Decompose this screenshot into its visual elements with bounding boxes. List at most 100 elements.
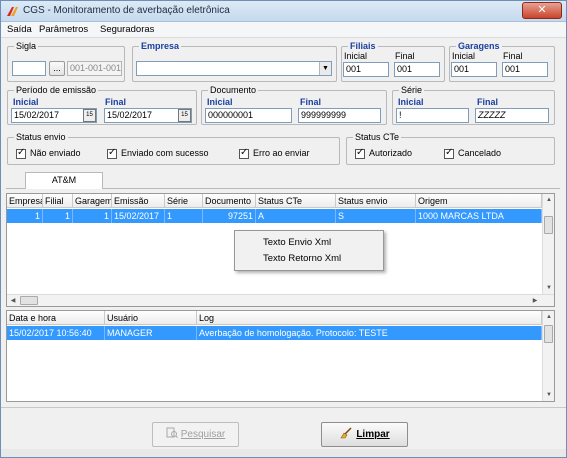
garagens-final-input[interactable]: 001 (502, 62, 548, 77)
main-grid-vscroll[interactable]: ▲ ▼ (542, 194, 554, 294)
context-menu: Texto Envio Xml Texto Retorno Xml (234, 230, 384, 271)
nao-enviado-label: Não enviado (30, 148, 81, 158)
menu-item-texto-envio-xml[interactable]: Texto Envio Xml (263, 237, 331, 248)
scroll-down-icon[interactable]: ▼ (543, 282, 554, 294)
calendar-icon[interactable]: 15 (178, 109, 191, 122)
empresa-legend: Empresa (139, 40, 182, 52)
menu-bar: Saída Parâmetros Seguradoras (1, 22, 566, 38)
garagens-inicial-input[interactable]: 001 (451, 62, 497, 77)
status-envio-legend: Status envio (14, 131, 68, 143)
col-header-status-cte[interactable]: Status CTe (256, 194, 336, 208)
col-header-documento[interactable]: Documento (203, 194, 256, 208)
sigla-input[interactable] (12, 61, 46, 76)
autorizado-label: Autorizado (369, 148, 413, 158)
garagens-inicial-label: Inicial (452, 51, 476, 61)
periodo-legend: Período de emissão (14, 84, 99, 96)
scroll-down-icon[interactable]: ▼ (543, 389, 554, 401)
filiais-inicial-input[interactable]: 001 (343, 62, 389, 77)
col-header-origem[interactable]: Origem (416, 194, 542, 208)
main-grid-header: Empresa Filial Garagem Emissão Série Doc… (7, 194, 542, 208)
cell-status-cte: A (256, 209, 336, 223)
documento-final-label: Final (300, 97, 322, 107)
main-grid-hscroll[interactable]: ◀ ▶ (7, 294, 554, 306)
filiais-final-label: Final (395, 51, 415, 61)
log-row[interactable]: 15/02/2017 10:56:40 MANAGER Averbação de… (7, 326, 542, 340)
periodo-inicial-value: 15/02/2017 (14, 110, 60, 120)
bottom-separator (1, 407, 566, 408)
enviado-sucesso-label: Enviado com sucesso (121, 148, 209, 158)
periodo-inicial-input[interactable]: 15/02/2017 15 (11, 108, 97, 123)
log-grid-vscroll[interactable]: ▲ ▼ (542, 311, 554, 401)
autorizado-checkbox[interactable] (355, 147, 365, 159)
empresa-select[interactable]: ▼ (136, 61, 332, 76)
menu-saida[interactable]: Saída (7, 24, 32, 35)
serie-final-input[interactable]: ZZZZZ (475, 108, 549, 123)
status-bar (1, 449, 566, 457)
filiais-inicial-label: Inicial (344, 51, 368, 61)
col-header-garagem[interactable]: Garagem (73, 194, 112, 208)
sigla-legend: Sigla (14, 40, 39, 52)
documento-inicial-input[interactable]: 000000001 (205, 108, 292, 123)
serie-legend: Série (399, 84, 425, 96)
documento-group: Documento Inicial Final 000000001 999999… (201, 84, 387, 125)
menu-seguradoras[interactable]: Seguradoras (100, 24, 154, 35)
limpar-label: Limpar (356, 429, 390, 440)
col-header-serie[interactable]: Série (165, 194, 203, 208)
col-header-empresa[interactable]: Empresa (7, 194, 43, 208)
scroll-left-icon[interactable]: ◀ (7, 295, 19, 306)
tab-atm[interactable]: AT&M (25, 172, 103, 189)
scroll-thumb[interactable] (544, 325, 553, 343)
sigla-search-button[interactable]: ... (49, 61, 65, 76)
status-envio-group: Status envio Não enviado Enviado com suc… (7, 131, 340, 165)
limpar-button[interactable]: Limpar (321, 422, 408, 447)
col-header-status-envio[interactable]: Status envio (336, 194, 416, 208)
close-button[interactable]: ✕ (522, 2, 562, 19)
broom-icon (340, 427, 352, 439)
main-window: CGS - Monitoramento de averbação eletrôn… (0, 0, 567, 458)
status-cte-legend: Status CTe (353, 131, 402, 143)
cancelado-checkbox[interactable] (444, 147, 454, 159)
erro-enviar-checkbox[interactable] (239, 147, 249, 159)
scroll-up-icon[interactable]: ▲ (543, 194, 554, 206)
cell-filial: 1 (43, 209, 73, 223)
scroll-up-icon[interactable]: ▲ (543, 311, 554, 323)
chevron-down-icon[interactable]: ▼ (319, 62, 331, 75)
enviado-sucesso-checkbox[interactable] (107, 147, 117, 159)
cell-usuario: MANAGER (105, 326, 197, 340)
col-header-filial[interactable]: Filial (43, 194, 73, 208)
documento-inicial-label: Inicial (207, 97, 233, 107)
filiais-group: Filiais Inicial Final 001 001 (341, 40, 445, 82)
title-bar[interactable]: CGS - Monitoramento de averbação eletrôn… (1, 1, 566, 22)
status-cte-group: Status CTe Autorizado Cancelado (346, 131, 555, 165)
binoculars-icon: ... (53, 63, 61, 73)
serie-group: Série Inicial Final ! ZZZZZ (392, 84, 555, 125)
cell-documento: 97251 (203, 209, 256, 223)
table-row[interactable]: 1 1 1 15/02/2017 1 97251 A S 1000 MARCAS… (7, 209, 542, 223)
documento-final-input[interactable]: 999999999 (298, 108, 381, 123)
col-header-usuario[interactable]: Usuário (105, 311, 197, 325)
scroll-thumb[interactable] (20, 296, 38, 305)
serie-inicial-input[interactable]: ! (396, 108, 469, 123)
scroll-thumb[interactable] (544, 216, 553, 234)
garagens-group: Garagens Inicial Final 001 001 (449, 40, 555, 82)
cell-serie: 1 (165, 209, 203, 223)
erro-enviar-label: Erro ao enviar (253, 148, 310, 158)
cell-data-hora: 15/02/2017 10:56:40 (7, 326, 105, 340)
filiais-final-input[interactable]: 001 (394, 62, 440, 77)
calendar-icon[interactable]: 15 (83, 109, 96, 122)
log-grid-header: Data e hora Usuário Log (7, 311, 542, 325)
nao-enviado-checkbox[interactable] (16, 147, 26, 159)
menu-item-texto-retorno-xml[interactable]: Texto Retorno Xml (263, 253, 341, 264)
periodo-group: Período de emissão Inicial Final 15/02/2… (7, 84, 197, 125)
col-header-log[interactable]: Log (197, 311, 542, 325)
cell-log: Averbação de homologação. Protocolo: TES… (197, 326, 542, 340)
pesquisar-button[interactable]: Pesquisar (152, 422, 239, 447)
empresa-group: Empresa ▼ (132, 40, 337, 82)
menu-parametros[interactable]: Parâmetros (39, 24, 88, 35)
col-header-emissao[interactable]: Emissão (112, 194, 165, 208)
scroll-right-icon[interactable]: ▶ (529, 295, 541, 306)
garagens-final-label: Final (503, 51, 523, 61)
col-header-data-hora[interactable]: Data e hora (7, 311, 105, 325)
log-grid: Data e hora Usuário Log 15/02/2017 10:56… (6, 310, 555, 402)
periodo-final-input[interactable]: 15/02/2017 15 (104, 108, 192, 123)
